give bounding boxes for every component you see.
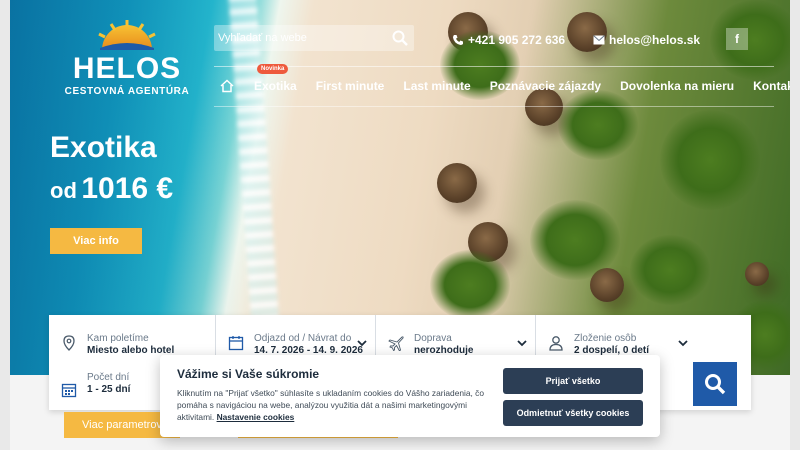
dates-label: Odjazd od / Návrat do	[254, 333, 352, 344]
nav-item-poznavacie-zajazdy[interactable]: Poznávacie zájazdy	[490, 79, 601, 93]
days-value: 1 - 25 dní	[87, 384, 131, 395]
phone-number: +421 905 272 636	[468, 33, 566, 47]
calendar-grid-icon	[61, 383, 77, 398]
calendar-icon	[228, 336, 244, 351]
person-icon	[549, 336, 563, 351]
phone-icon	[453, 35, 463, 45]
nav-divider-bottom	[214, 106, 774, 107]
brand-tagline: CESTOVNÁ AGENTÚRA	[64, 86, 190, 97]
nav-divider-top	[214, 66, 774, 67]
nav-item-exotika[interactable]: Novinka Exotika	[254, 64, 297, 93]
email-contact[interactable]: helos@helos.sk	[593, 33, 700, 47]
price-value: 1016 €	[81, 172, 174, 205]
helos-logo[interactable]: HELOS CESTOVNÁ AGENTÚRA	[62, 20, 192, 100]
trip-search-button[interactable]	[693, 362, 737, 406]
sun-logo-icon	[98, 20, 156, 50]
more-info-button[interactable]: Viac info	[50, 228, 142, 254]
novinka-badge: Novinka	[257, 64, 289, 74]
page: HELOS CESTOVNÁ AGENTÚRA +421 905 272 636…	[10, 0, 790, 450]
search-icon[interactable]	[392, 30, 408, 46]
nav-item-kontakt[interactable]: Kontakt	[753, 79, 790, 93]
nav-item-label: Exotika	[254, 79, 297, 93]
chevron-down-icon	[357, 340, 367, 347]
hero-price: od 1016 €	[50, 172, 173, 206]
phone-contact[interactable]: +421 905 272 636	[452, 33, 565, 47]
accept-all-cookies-button[interactable]: Prijať všetko	[503, 368, 643, 394]
travelers-label: Zloženie osôb	[574, 333, 637, 344]
cookie-settings-link[interactable]: Nastavenie cookies	[217, 412, 295, 422]
destination-value: Miesto alebo hotel	[87, 345, 175, 356]
chevron-down-icon	[678, 340, 688, 347]
nav-item-last-minute[interactable]: Last minute	[403, 79, 470, 93]
nav-item-first-minute[interactable]: First minute	[316, 79, 385, 93]
destination-label: Kam poletíme	[87, 333, 149, 344]
site-search-input[interactable]	[214, 25, 384, 51]
location-pin-icon	[63, 335, 75, 351]
transport-label: Doprava	[414, 333, 452, 344]
search-icon	[705, 374, 726, 395]
brand-name: HELOS	[72, 52, 182, 85]
days-label: Počet dní	[87, 372, 130, 383]
cookie-title: Vážime si Vaše súkromie	[177, 367, 320, 381]
airplane-icon	[388, 336, 404, 351]
cookie-text: Kliknutím na "Prijať všetko" súhlasíte s…	[177, 387, 487, 423]
price-prefix: od	[50, 178, 77, 203]
nav-item-dovolenka-na-mieru[interactable]: Dovolenka na mieru	[620, 79, 734, 93]
main-nav: Novinka Exotika First minute Last minute…	[220, 64, 790, 94]
mail-icon	[593, 35, 605, 45]
reject-all-cookies-button[interactable]: Odmietnuť všetky cookies	[503, 400, 643, 426]
home-icon[interactable]	[220, 79, 234, 93]
chevron-down-icon	[517, 340, 527, 347]
email-address: helos@helos.sk	[609, 33, 701, 47]
cookie-consent-dialog: Vážime si Vaše súkromie Kliknutím na "Pr…	[160, 355, 660, 437]
facebook-icon[interactable]: f	[726, 28, 748, 50]
hero-title: Exotika	[50, 131, 157, 164]
site-search	[214, 25, 414, 51]
